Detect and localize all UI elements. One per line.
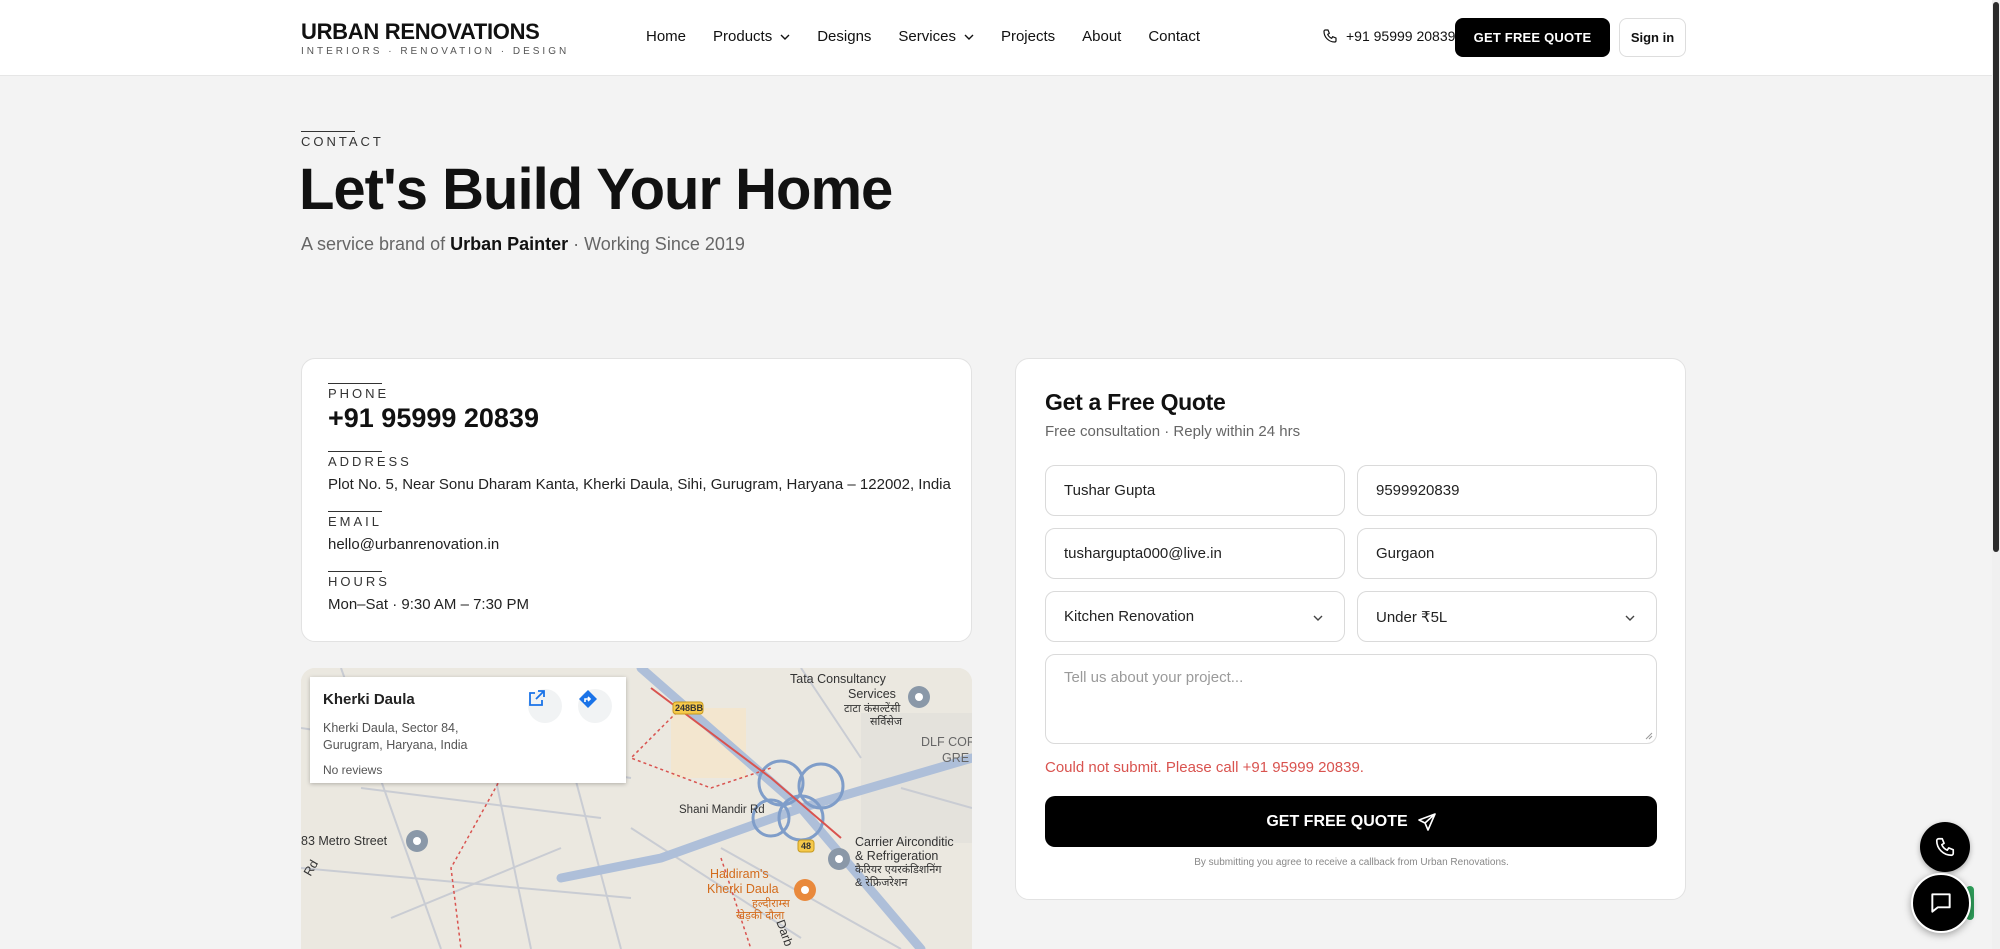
contact-address: Plot No. 5, Near Sonu Dharam Kanta, Kher… bbox=[328, 476, 951, 493]
map-road-248bb: 248BB bbox=[675, 703, 704, 713]
location-map[interactable]: 248BB 48 Tata Consultancy Services टाटा … bbox=[301, 668, 972, 949]
quote-form-card: Get a Free Quote Free consultation · Rep… bbox=[1015, 358, 1686, 900]
directions-button[interactable] bbox=[578, 689, 612, 723]
brand-name: Urban Painter bbox=[450, 234, 569, 254]
map-label-carrier-hi-2: & रेफ्रिजरेशन bbox=[855, 877, 908, 889]
budget-select-value: Under ₹5L bbox=[1376, 608, 1448, 626]
page-scrollbar[interactable] bbox=[1992, 0, 2000, 949]
logo-tagline: INTERIORS · RENOVATION · DESIGN bbox=[301, 46, 570, 57]
page-subtitle: A service brand of Urban Painter · Worki… bbox=[301, 234, 745, 254]
chevron-down-icon bbox=[1625, 615, 1635, 621]
main-nav: Home Products Designs Services Projects … bbox=[646, 28, 1200, 45]
chat-icon bbox=[1931, 893, 1951, 913]
send-icon bbox=[1417, 812, 1436, 831]
map-road-48: 48 bbox=[801, 841, 812, 851]
map-place-card: Kherki Daula Kherki Daula, Sector 84, Gu… bbox=[310, 677, 626, 783]
map-label-tata: Tata Consultancy bbox=[790, 672, 886, 686]
map-label-haldiram: Haldiram's bbox=[710, 867, 769, 881]
nav-home[interactable]: Home bbox=[646, 28, 686, 45]
floating-chat-button[interactable] bbox=[1911, 873, 1971, 933]
section-eyebrow: CONTACT bbox=[301, 131, 384, 149]
map-place-address: Kherki Daula, Sector 84, Gurugram, Harya… bbox=[323, 721, 468, 752]
nav-designs[interactable]: Designs bbox=[817, 28, 871, 45]
chevron-down-icon bbox=[780, 34, 790, 40]
city-field[interactable]: Gurgaon bbox=[1357, 528, 1657, 579]
header-phone-number: +91 95999 20839 bbox=[1346, 28, 1456, 44]
logo-title: URBAN RENOVATIONS bbox=[301, 19, 540, 44]
project-message-textarea[interactable]: Tell us about your project... bbox=[1045, 654, 1657, 744]
map-label-shani: Shani Mandir Rd bbox=[679, 804, 765, 816]
page-title: Let's Build Your Home bbox=[299, 157, 893, 222]
message-placeholder: Tell us about your project... bbox=[1064, 669, 1244, 686]
budget-select[interactable]: Under ₹5L bbox=[1357, 591, 1657, 642]
map-label-dlf: DLF CORPOR bbox=[921, 735, 972, 749]
map-place-reviews[interactable]: No reviews bbox=[323, 763, 382, 777]
map-label-haldiram-2: Kherki Daula bbox=[707, 882, 779, 896]
name-field[interactable]: Tushar Gupta bbox=[1045, 465, 1345, 516]
service-select-value: Kitchen Renovation bbox=[1064, 608, 1195, 625]
submit-button-label: GET FREE QUOTE bbox=[1266, 812, 1408, 830]
chevron-down-icon bbox=[964, 34, 974, 40]
directions-icon bbox=[579, 690, 597, 708]
service-select[interactable]: Kitchen Renovation bbox=[1045, 591, 1345, 642]
chevron-down-icon bbox=[1313, 615, 1323, 621]
nav-about[interactable]: About bbox=[1082, 28, 1121, 45]
contact-info-card: PHONE +91 95999 20839 ADDRESS Plot No. 5… bbox=[301, 358, 972, 642]
scrollbar-thumb[interactable] bbox=[1993, 2, 1999, 552]
phone-label: PHONE bbox=[328, 383, 390, 401]
logo[interactable]: URBAN RENOVATIONS INTERIORS · RENOVATION… bbox=[301, 19, 570, 58]
nav-contact[interactable]: Contact bbox=[1148, 28, 1200, 45]
map-label-tata-2: Services bbox=[848, 687, 896, 701]
header-phone-link[interactable]: +91 95999 20839 bbox=[1322, 28, 1455, 44]
sign-in-button[interactable]: Sign in bbox=[1619, 18, 1686, 57]
contact-phone[interactable]: +91 95999 20839 bbox=[328, 403, 539, 434]
site-header: URBAN RENOVATIONS INTERIORS · RENOVATION… bbox=[0, 0, 1992, 76]
nav-projects[interactable]: Projects bbox=[1001, 28, 1055, 45]
nav-services[interactable]: Services bbox=[898, 28, 974, 45]
resize-handle-icon[interactable] bbox=[1644, 731, 1653, 740]
phone-field[interactable]: 9599920839 bbox=[1357, 465, 1657, 516]
map-label-carrier-2: & Refrigeration bbox=[855, 849, 939, 863]
map-label-carrier: Carrier Airconditic bbox=[855, 835, 954, 849]
map-label-tata-hi-2: सर्विसेज bbox=[870, 716, 902, 728]
contact-email[interactable]: hello@urbanrenovation.in bbox=[328, 536, 499, 553]
email-label: EMAIL bbox=[328, 511, 383, 529]
phone-icon bbox=[1323, 29, 1337, 43]
hours-label: HOURS bbox=[328, 571, 390, 589]
header-get-quote-button[interactable]: GET FREE QUOTE bbox=[1455, 18, 1610, 57]
map-label-dlf-2: GRE bbox=[942, 751, 970, 765]
address-label: ADDRESS bbox=[328, 451, 412, 469]
quote-form-title: Get a Free Quote bbox=[1045, 389, 1226, 415]
open-in-maps-button[interactable] bbox=[528, 689, 562, 723]
phone-icon bbox=[1935, 837, 1955, 857]
email-field[interactable]: tushargupta000@live.in bbox=[1045, 528, 1345, 579]
map-label-metro: 83 Metro Street bbox=[301, 834, 388, 848]
nav-products[interactable]: Products bbox=[713, 28, 790, 45]
form-error-message: Could not submit. Please call +91 95999 … bbox=[1045, 759, 1364, 776]
floating-call-button[interactable] bbox=[1920, 822, 1970, 872]
quote-form-subtitle: Free consultation · Reply within 24 hrs bbox=[1045, 423, 1301, 440]
consent-note: By submitting you agree to receive a cal… bbox=[1194, 857, 1509, 868]
external-link-icon bbox=[529, 690, 545, 706]
submit-quote-button[interactable]: GET FREE QUOTE bbox=[1045, 796, 1657, 847]
contact-hours: Mon–Sat · 9:30 AM – 7:30 PM bbox=[328, 596, 529, 613]
map-place-title: Kherki Daula bbox=[323, 691, 415, 708]
